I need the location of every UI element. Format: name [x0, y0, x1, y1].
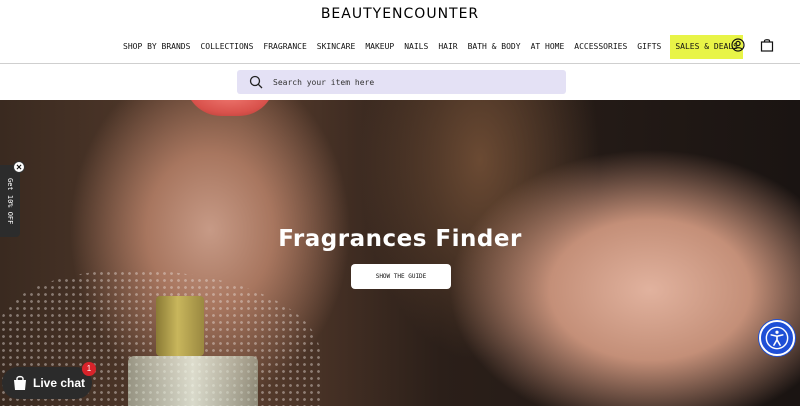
hero-banner: [0, 100, 800, 406]
nav-hair[interactable]: HAIR: [433, 35, 462, 59]
hero-title: Fragrances Finder: [278, 226, 522, 252]
hero-image-perfume-bottle: [128, 356, 258, 406]
accessibility-icon[interactable]: [759, 320, 795, 356]
nav-makeup[interactable]: MAKEUP: [360, 35, 399, 59]
brand-logo[interactable]: BEAUTYENCOUNTER: [0, 6, 800, 22]
nav-shop-by-brands[interactable]: SHOP BY BRANDS: [118, 35, 195, 59]
hero-image-perfume-cap: [156, 296, 204, 356]
nav-collections[interactable]: COLLECTIONS: [195, 35, 258, 59]
bag-icon[interactable]: [760, 38, 774, 52]
live-chat-button[interactable]: Live chat: [2, 367, 92, 399]
nav-bath-body[interactable]: BATH & BODY: [463, 35, 526, 59]
nav-at-home[interactable]: AT HOME: [526, 35, 570, 59]
show-guide-button[interactable]: SHOW THE GUIDE: [351, 264, 451, 289]
nav-fragrance[interactable]: FRAGRANCE: [258, 35, 311, 59]
search-icon[interactable]: [249, 75, 263, 89]
nav-accessories[interactable]: ACCESSORIES: [569, 35, 632, 59]
search-input[interactable]: [273, 77, 553, 87]
promo-label[interactable]: Get 10% OFF: [3, 168, 17, 234]
site-header: BEAUTYENCOUNTER SHOP BY BRANDS COLLECTIO…: [0, 0, 800, 64]
hero-image-lips: [185, 100, 275, 116]
nav-gifts[interactable]: GIFTS: [632, 35, 666, 59]
chat-notification-badge: 1: [82, 362, 96, 376]
nav-nails[interactable]: NAILS: [399, 35, 433, 59]
nav-skincare[interactable]: SKINCARE: [312, 35, 361, 59]
search-bar: [237, 70, 566, 94]
close-icon[interactable]: [13, 161, 25, 173]
main-nav: SHOP BY BRANDS COLLECTIONS FRAGRANCE SKI…: [118, 35, 743, 59]
live-chat-label: Live chat: [33, 376, 86, 390]
user-icon[interactable]: [731, 38, 745, 52]
chat-bag-icon: [14, 375, 26, 390]
